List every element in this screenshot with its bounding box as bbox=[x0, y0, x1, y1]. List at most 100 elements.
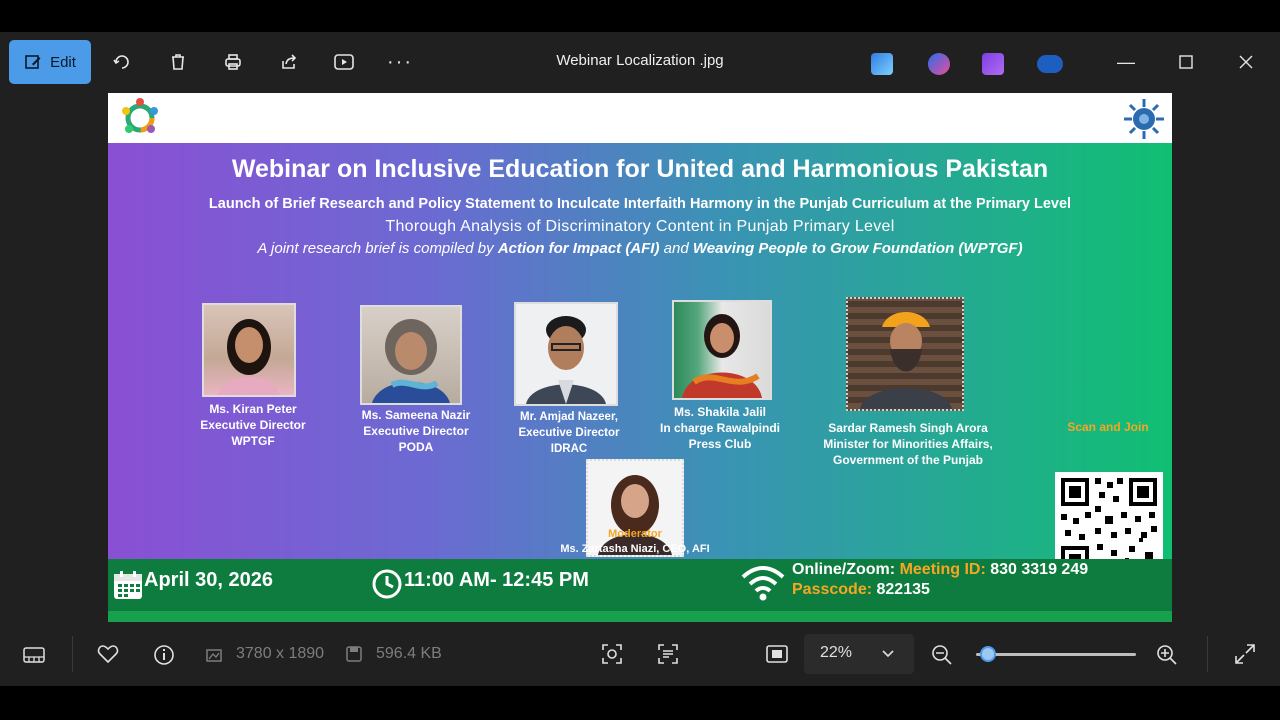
share-icon bbox=[282, 54, 297, 69]
speaker-role: In charge Rawalpindi bbox=[659, 421, 781, 435]
info-icon[interactable] bbox=[153, 644, 175, 666]
zoom-slider-thumb[interactable] bbox=[980, 646, 996, 662]
photos-window: Edit ··· Webinar Localization .jpg — Web… bbox=[0, 32, 1280, 686]
event-date: April 30, 2026 bbox=[144, 569, 273, 591]
close-icon bbox=[1239, 55, 1253, 69]
edit-button[interactable]: Edit bbox=[9, 40, 91, 84]
event-time: 11:00 AM- 12:45 PM bbox=[404, 569, 589, 591]
favorite-heart-icon[interactable] bbox=[97, 644, 119, 664]
webinar-subtitle: Launch of Brief Research and Policy Stat… bbox=[208, 196, 1072, 212]
edit-label: Edit bbox=[50, 53, 76, 71]
speaker-card: Ms. Sameena Nazir Executive Director POD… bbox=[336, 407, 496, 455]
image-dimensions: 3780 x 1890 bbox=[236, 645, 325, 662]
zoom-in-icon[interactable] bbox=[1156, 644, 1178, 666]
passcode: 822135 bbox=[876, 581, 930, 598]
speaker-card: Ms. Shakila Jalil In charge Rawalpindi P… bbox=[644, 404, 796, 452]
photo-canvas[interactable]: Webinar on Inclusive Education for Unite… bbox=[108, 93, 1172, 623]
rotate-button[interactable] bbox=[108, 40, 136, 84]
video-editor-icon[interactable] bbox=[982, 53, 1004, 75]
edit-icon bbox=[25, 55, 41, 69]
visual-search-icon[interactable] bbox=[601, 643, 623, 665]
minimize-button[interactable]: — bbox=[1112, 40, 1140, 84]
divider bbox=[72, 636, 73, 672]
speaker-card: Sardar Ramesh Singh Arora Minister for M… bbox=[800, 420, 1016, 468]
designer-app-icon[interactable] bbox=[871, 53, 893, 75]
clipchamp-icon[interactable] bbox=[928, 53, 950, 75]
slideshow-button[interactable] bbox=[330, 40, 358, 84]
zoom-value: 22% bbox=[820, 644, 853, 661]
calendar-icon bbox=[114, 571, 142, 599]
wifi-icon bbox=[741, 566, 785, 601]
scan-text-icon[interactable] bbox=[657, 643, 679, 665]
actual-size-icon[interactable] bbox=[765, 643, 789, 665]
joint-prefix: A joint research brief is compiled by bbox=[257, 240, 494, 257]
maximize-button[interactable] bbox=[1172, 40, 1200, 84]
file-size-icon bbox=[346, 646, 362, 662]
speaker-name: Sardar Ramesh Singh Arora bbox=[828, 421, 988, 435]
speaker-role: Minister for Minorities Affairs, bbox=[823, 437, 993, 451]
webinar-title: Webinar on Inclusive Education for Unite… bbox=[231, 155, 1049, 183]
meeting-label: Meeting ID: bbox=[899, 561, 986, 578]
maximize-icon bbox=[1179, 55, 1193, 69]
speaker-org: IDRAC bbox=[550, 443, 588, 455]
speaker-photo bbox=[672, 300, 772, 400]
moderator-label: Moderator bbox=[608, 528, 662, 540]
zoom-out-icon[interactable] bbox=[931, 644, 953, 666]
afi-logo-icon bbox=[122, 98, 158, 133]
joint-and: and bbox=[663, 240, 689, 257]
speaker-name: Mr. Amjad Nazeer, bbox=[519, 411, 618, 423]
joint-wptgf: Weaving People to Grow Foundation (WPTGF… bbox=[692, 240, 1023, 257]
speaker-name: Ms. Kiran Peter bbox=[209, 402, 297, 416]
joint-brief-line: A joint research brief is compiled by Ac… bbox=[108, 240, 1172, 257]
speaker-role: Executive Director bbox=[518, 427, 620, 439]
wptgf-logo-icon bbox=[1124, 99, 1164, 139]
speaker-card: Ms. Kiran Peter Executive Director WPTGF bbox=[178, 401, 328, 449]
speaker-org: WPTGF bbox=[231, 434, 275, 448]
filmstrip-icon[interactable] bbox=[23, 646, 45, 664]
clock-icon bbox=[372, 569, 402, 599]
passcode-label: Passcode: bbox=[792, 581, 873, 598]
speaker-org: Government of the Punjab bbox=[832, 453, 983, 467]
speaker-photo bbox=[514, 302, 618, 406]
speaker-name: Ms. Sameena Nazir bbox=[361, 408, 471, 422]
share-button[interactable] bbox=[275, 40, 303, 84]
image-dimensions-icon bbox=[206, 649, 222, 662]
status-bar: 3780 x 1890 596.4 KB 22% bbox=[0, 622, 1280, 686]
more-icon: ··· bbox=[387, 50, 413, 73]
zoom-dropdown[interactable]: 22% bbox=[804, 634, 914, 674]
speaker-photo bbox=[846, 297, 964, 411]
fullscreen-icon[interactable] bbox=[1234, 643, 1256, 665]
meeting-id: 830 3319 249 bbox=[990, 561, 1089, 578]
joint-afi: Action for Impact (AFI) bbox=[497, 240, 660, 257]
speaker-card: Mr. Amjad Nazeer, Executive Director IDR… bbox=[494, 409, 644, 457]
speaker-name: Ms. Shakila Jalil bbox=[673, 405, 767, 419]
zoom-info: Online/Zoom: Meeting ID: 830 3319 249 Pa… bbox=[792, 560, 1088, 600]
print-icon bbox=[225, 54, 241, 70]
webinar-banner: Webinar on Inclusive Education for Unite… bbox=[108, 143, 1172, 559]
speaker-org: Press Club bbox=[688, 437, 752, 451]
webinar-subtitle-2: Thorough Analysis of Discriminatory Cont… bbox=[385, 218, 895, 235]
trash-icon bbox=[172, 54, 184, 70]
more-options-button[interactable]: ··· bbox=[385, 40, 415, 84]
speaker-photo bbox=[360, 305, 462, 405]
speaker-org: PODA bbox=[398, 440, 434, 454]
window-title: Webinar Localization .jpg bbox=[556, 52, 724, 69]
divider bbox=[1207, 636, 1208, 672]
minimize-icon: — bbox=[1117, 51, 1135, 72]
onedrive-icon[interactable] bbox=[1037, 55, 1063, 73]
zoom-slider[interactable] bbox=[976, 653, 1136, 656]
slideshow-icon bbox=[334, 54, 354, 70]
file-size: 596.4 KB bbox=[376, 645, 442, 662]
chevron-down-icon bbox=[882, 650, 894, 658]
online-label: Online/Zoom: bbox=[792, 561, 896, 578]
delete-button[interactable] bbox=[164, 40, 192, 84]
scan-label: Scan and Join bbox=[1067, 420, 1149, 434]
toolbar: Edit ··· Webinar Localization .jpg — bbox=[0, 32, 1280, 92]
image-header bbox=[108, 93, 1172, 143]
rotate-icon bbox=[113, 55, 129, 69]
speaker-role: Executive Director bbox=[200, 418, 306, 432]
print-button[interactable] bbox=[219, 40, 247, 84]
close-button[interactable] bbox=[1232, 40, 1260, 84]
moderator-name: Ms. Zartasha Niazi, CEO, AFI bbox=[560, 543, 710, 555]
speaker-role: Executive Director bbox=[363, 424, 469, 438]
